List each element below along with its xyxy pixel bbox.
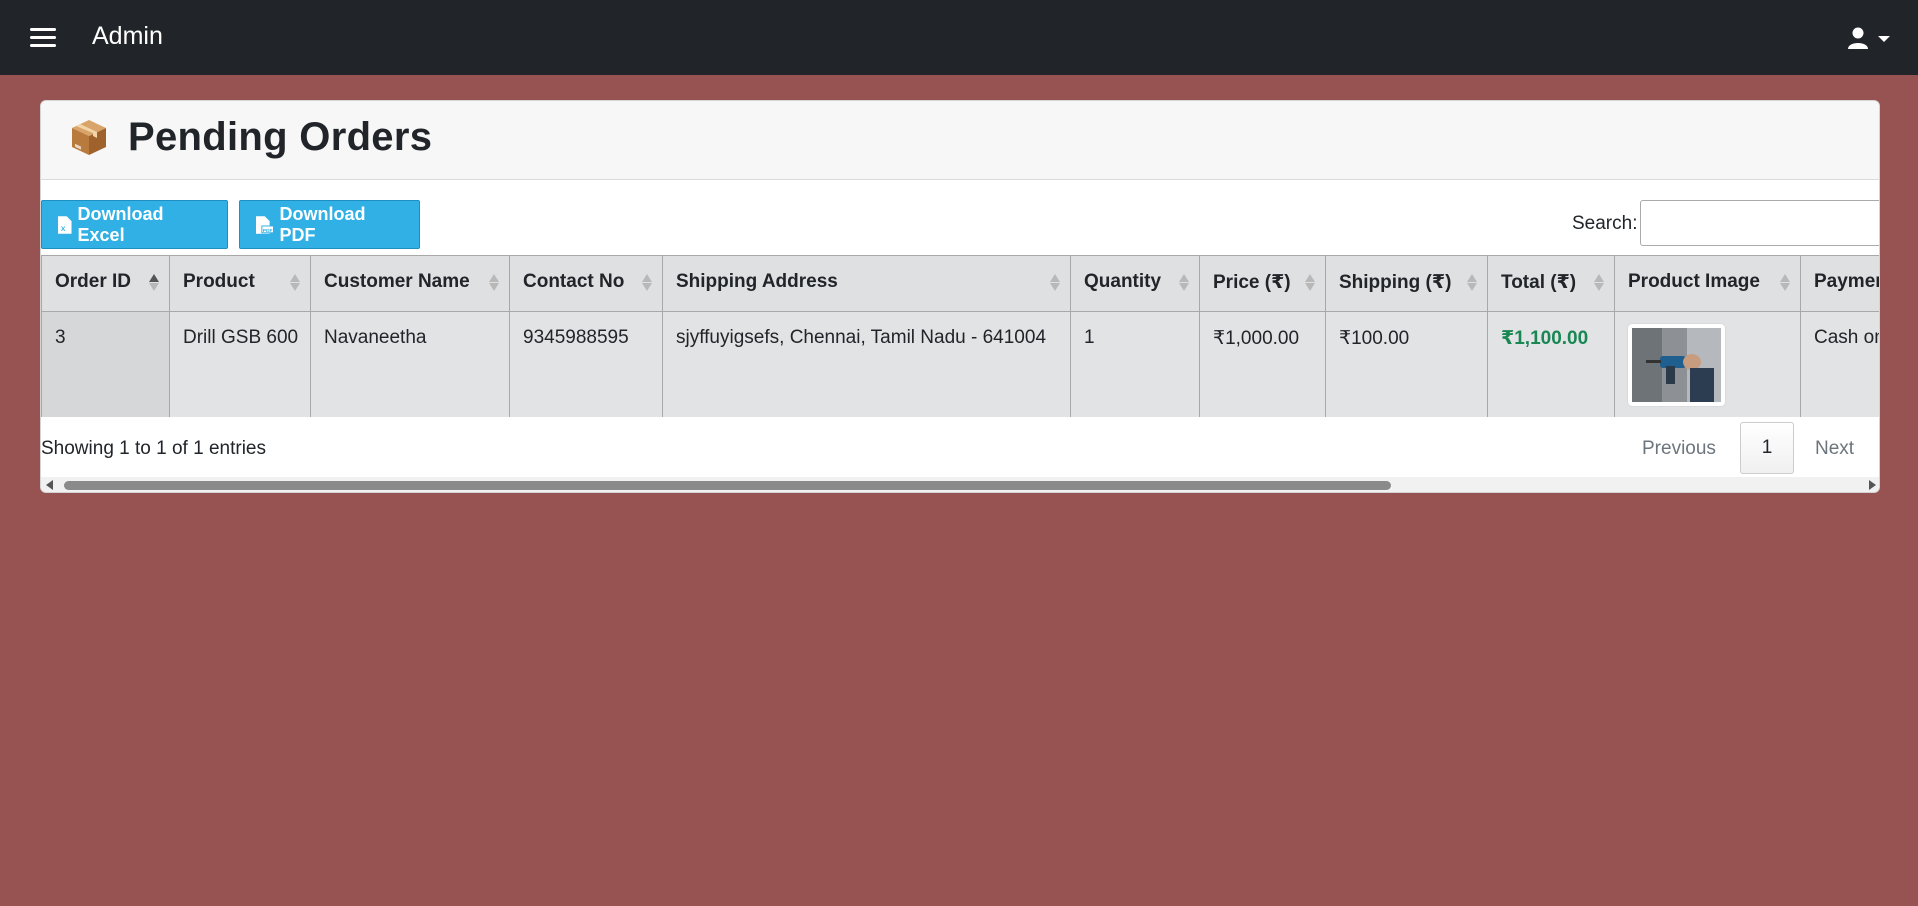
cell-total: ₹1,100.00 xyxy=(1487,311,1615,417)
orders-table-container: Order ID Product Customer Name Contact N… xyxy=(41,255,1879,417)
column-header-order-id[interactable]: Order ID xyxy=(41,255,170,312)
table-header-row: Order ID Product Customer Name Contact N… xyxy=(41,255,1879,312)
scrollbar-thumb[interactable] xyxy=(64,481,1391,490)
pagination-page-1[interactable]: 1 xyxy=(1740,422,1794,474)
column-header-price[interactable]: Price (₹) xyxy=(1199,255,1326,312)
sort-icon xyxy=(149,272,159,292)
sort-icon xyxy=(1050,272,1060,292)
sort-icon xyxy=(642,272,652,292)
cell-order-id: 3 xyxy=(41,311,170,417)
svg-text:PDF: PDF xyxy=(263,227,273,233)
scroll-right-arrow-icon[interactable] xyxy=(1869,480,1876,490)
sort-icon xyxy=(1305,272,1315,292)
chevron-down-icon xyxy=(1878,36,1890,42)
excel-file-icon: X xyxy=(58,215,72,234)
column-header-shipping[interactable]: Shipping (₹) xyxy=(1325,255,1488,312)
search-label: Search: xyxy=(1572,213,1638,234)
hamburger-menu-icon[interactable] xyxy=(30,28,56,48)
orders-table: Order ID Product Customer Name Contact N… xyxy=(41,255,1879,417)
sort-icon xyxy=(290,272,300,292)
cell-quantity: 1 xyxy=(1070,311,1200,417)
total-amount: ₹1,100.00 xyxy=(1501,328,1589,349)
table-info: Showing 1 to 1 of 1 entries xyxy=(41,438,266,459)
sort-icon xyxy=(1179,272,1189,292)
column-header-total[interactable]: Total (₹) xyxy=(1487,255,1615,312)
orders-card: Pending Orders X Download Excel PDF Down… xyxy=(40,100,1880,493)
page-title: Pending Orders xyxy=(128,115,433,159)
horizontal-scrollbar[interactable] xyxy=(41,477,1879,492)
svg-text:X: X xyxy=(61,225,66,232)
product-image[interactable] xyxy=(1628,324,1725,406)
column-header-customer-name[interactable]: Customer Name xyxy=(310,255,510,312)
cell-payment: Cash on Delivery xyxy=(1800,311,1879,417)
user-icon xyxy=(1848,27,1868,49)
column-header-payment[interactable]: Payment xyxy=(1800,255,1879,312)
navbar-brand[interactable]: Admin xyxy=(92,22,163,51)
cell-shipping: ₹100.00 xyxy=(1325,311,1488,417)
search-input[interactable] xyxy=(1640,200,1879,246)
cell-product-image xyxy=(1614,311,1801,417)
sort-icon xyxy=(1467,272,1477,292)
cell-price: ₹1,000.00 xyxy=(1199,311,1326,417)
user-menu-dropdown[interactable] xyxy=(1846,26,1890,52)
sort-icon xyxy=(1780,272,1790,292)
download-excel-button[interactable]: X Download Excel xyxy=(41,200,228,249)
sort-icon xyxy=(1594,272,1604,292)
column-header-product[interactable]: Product xyxy=(169,255,311,312)
table-row[interactable]: 3 Drill GSB 600 Navaneetha 9345988595 sj… xyxy=(41,311,1879,417)
pagination-next[interactable]: Next xyxy=(1815,438,1854,460)
column-header-product-image[interactable]: Product Image xyxy=(1614,255,1801,312)
cell-customer-name: Navaneetha xyxy=(310,311,510,417)
column-header-contact-no[interactable]: Contact No xyxy=(509,255,663,312)
drill-product-photo xyxy=(1632,328,1721,402)
column-header-quantity[interactable]: Quantity xyxy=(1070,255,1200,312)
pdf-file-icon: PDF xyxy=(256,215,274,233)
download-pdf-button[interactable]: PDF Download PDF xyxy=(239,200,420,249)
pagination-previous[interactable]: Previous xyxy=(1642,438,1716,460)
cell-shipping-address: sjyffuyigsefs, Chennai, Tamil Nadu - 641… xyxy=(662,311,1071,417)
column-header-shipping-address[interactable]: Shipping Address xyxy=(662,255,1071,312)
top-navbar: Admin xyxy=(0,0,1918,75)
card-header: Pending Orders xyxy=(41,101,1879,180)
package-box-icon xyxy=(72,120,106,155)
download-excel-label: Download Excel xyxy=(77,203,164,245)
cell-contact-no: 9345988595 xyxy=(509,311,663,417)
sort-icon xyxy=(489,272,499,292)
download-pdf-label: Download PDF xyxy=(279,203,366,245)
scroll-left-arrow-icon[interactable] xyxy=(46,480,53,490)
cell-product: Drill GSB 600 xyxy=(169,311,311,417)
